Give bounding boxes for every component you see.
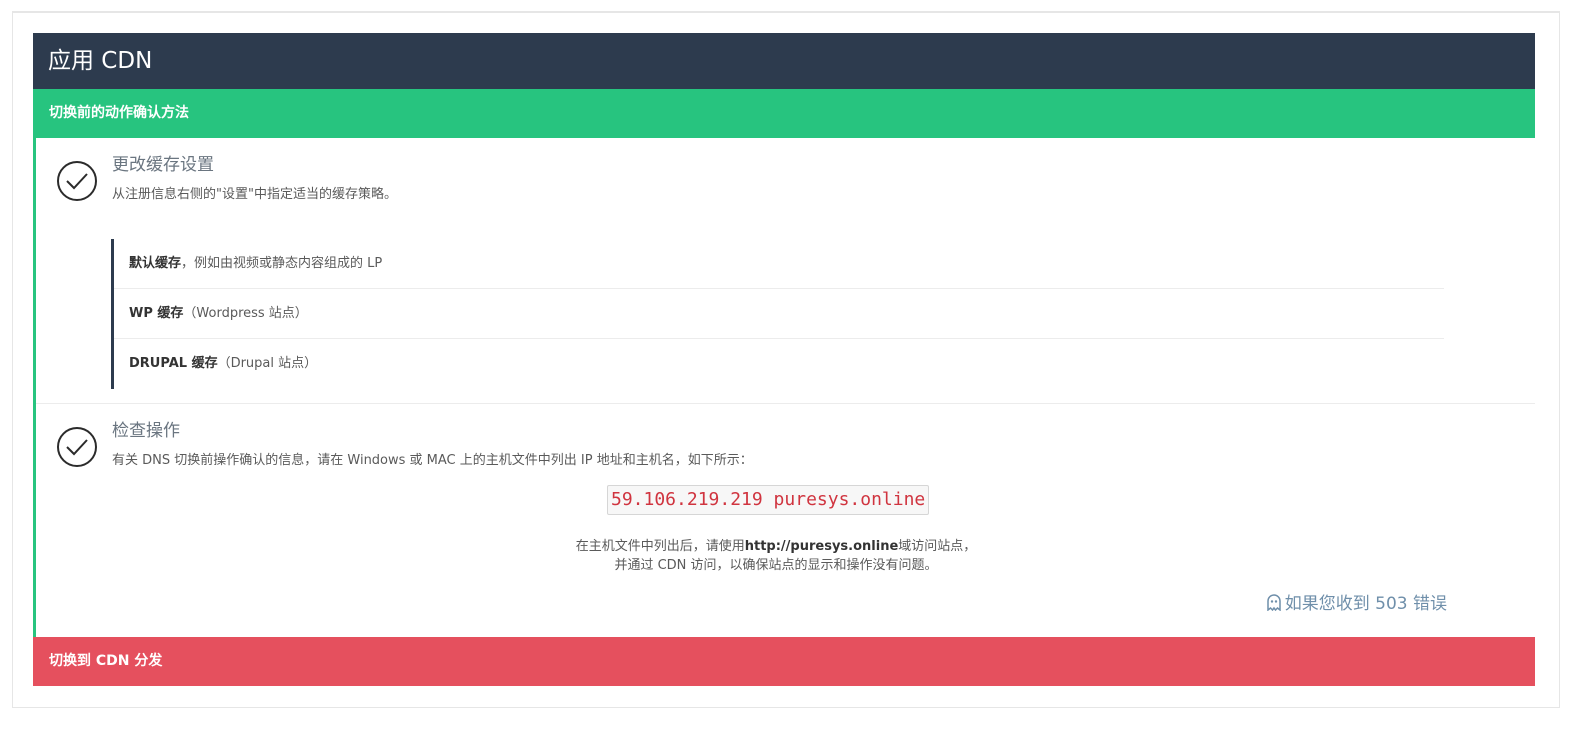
hosts-note-line1: 在主机文件中列出后，请使用http://puresys.online域访问站点， xyxy=(36,535,1516,554)
step-description: 有关 DNS 切换前操作确认的信息，请在 Windows 或 MAC 上的主机文… xyxy=(112,453,753,468)
cache-item-name: DRUPAL 缓存 xyxy=(129,356,218,371)
step-change-cache: 更改缓存设置 从注册信息右侧的"设置"中指定适当的缓存策略。 默认缓存，例如由视… xyxy=(36,138,1535,404)
cache-options-list: 默认缓存，例如由视频或静态内容组成的 LP WP 缓存（Wordpress 站点… xyxy=(111,239,1444,389)
error-503-link[interactable]: 如果您收到 503 错误 xyxy=(1266,589,1447,614)
cache-item-detail: ，例如由视频或静态内容组成的 LP xyxy=(181,256,383,271)
cache-item-name: 默认缓存 xyxy=(129,256,182,271)
panel-title: 应用 CDN xyxy=(33,33,1535,89)
check-circle-icon xyxy=(57,427,97,467)
step-description: 从注册信息右侧的"设置"中指定适当的缓存策略。 xyxy=(112,187,397,202)
steps-body: 更改缓存设置 从注册信息右侧的"设置"中指定适当的缓存策略。 默认缓存，例如由视… xyxy=(33,138,1535,637)
error-link-label: 如果您收到 503 错误 xyxy=(1284,594,1447,614)
note-text: 域访问站点， xyxy=(898,539,977,554)
step-title: 更改缓存设置 xyxy=(112,155,214,175)
step-title: 检查操作 xyxy=(112,421,180,441)
switch-to-cdn-button[interactable]: 切换到 CDN 分发 xyxy=(33,637,1535,686)
hosts-note-line2: 并通过 CDN 访问，以确保站点的显示和操作没有问题。 xyxy=(614,558,938,573)
note-text: 在主机文件中列出后，请使用 xyxy=(575,539,745,554)
hosts-entry-code: 59.106.219.219 puresys.online xyxy=(607,485,930,515)
cache-item-name: WP 缓存 xyxy=(129,306,184,321)
cache-item-wp: WP 缓存（Wordpress 站点） xyxy=(114,289,1444,339)
apply-cdn-panel: 应用 CDN 切换前的动作确认方法 更改缓存设置 从注册信息右侧的"设置"中指定… xyxy=(33,33,1535,686)
top-separator xyxy=(12,0,1560,12)
ghost-icon xyxy=(1266,594,1281,611)
cache-item-detail: （Drupal 站点） xyxy=(217,356,318,371)
site-url: http://puresys.online xyxy=(744,539,899,554)
cache-item-detail: （Wordpress 站点） xyxy=(183,306,308,321)
pre-switch-check-bar: 切换前的动作确认方法 xyxy=(33,89,1535,138)
check-circle-icon xyxy=(57,161,97,201)
cache-item-default: 默认缓存，例如由视频或静态内容组成的 LP xyxy=(114,239,1444,289)
cache-item-drupal: DRUPAL 缓存（Drupal 站点） xyxy=(114,339,1444,389)
step-check-operation: 检查操作 有关 DNS 切换前操作确认的信息，请在 Windows 或 MAC … xyxy=(36,404,1535,637)
